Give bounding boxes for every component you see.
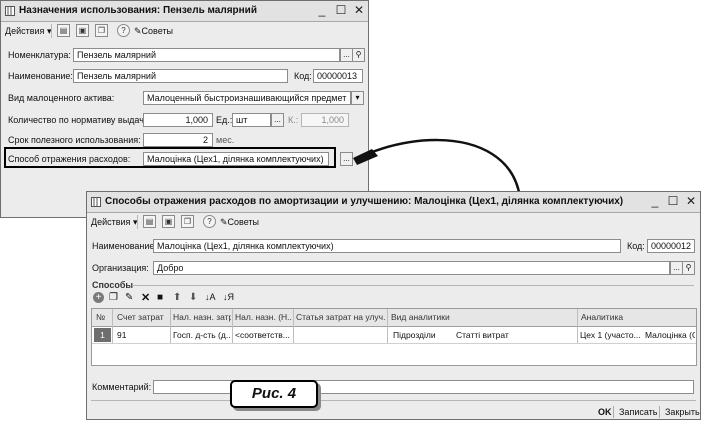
save-button[interactable]: Записать: [619, 407, 657, 417]
tips-icon: ✎: [220, 217, 228, 227]
close-button[interactable]: Закрыть: [665, 407, 700, 417]
table-row[interactable]: 1 91 Госп. д-сть (д... <соответств... Пі…: [92, 327, 696, 344]
minimize-icon[interactable]: _: [648, 194, 662, 208]
end-edit-icon[interactable]: ■: [157, 292, 163, 303]
row-account: 91: [117, 330, 127, 340]
comment-label: Комментарий:: [92, 382, 152, 392]
tips-button[interactable]: ✎Советы: [220, 214, 259, 230]
figure-caption-box: Рис. 4: [230, 380, 318, 408]
move-down-icon[interactable]: ⬇: [189, 292, 197, 303]
row-num: 1: [94, 328, 111, 342]
col-account[interactable]: Счет затрат: [117, 309, 169, 326]
row-cost-item: [296, 327, 386, 343]
col-analytics[interactable]: Аналитика: [581, 309, 691, 326]
col-num[interactable]: №: [96, 309, 110, 326]
copy-row-icon[interactable]: ❐: [109, 292, 118, 303]
row-tax-purpose: Госп. д-сть (д...: [173, 330, 231, 340]
edit-row-icon[interactable]: ✎: [125, 292, 133, 303]
col-cost-item[interactable]: Статья затрат на улуч...: [296, 309, 386, 326]
sort-desc-icon[interactable]: ↓Я: [223, 292, 234, 302]
row-analytics-1: Цех 1 (участо...: [580, 330, 641, 340]
row-analytics-2: Малоцінка (О...: [645, 330, 695, 340]
actions-menu[interactable]: Действия ▾: [91, 214, 137, 230]
close-icon[interactable]: ✕: [684, 194, 698, 208]
methods-grid: № Счет затрат Нал. назн. затр. Нал. назн…: [91, 308, 697, 366]
delete-row-icon[interactable]: ✕: [141, 291, 150, 304]
col-tax-purpose-n[interactable]: Нал. назн. (Н...: [235, 309, 292, 326]
help-icon[interactable]: ?: [203, 215, 216, 228]
copy-icon[interactable]: ❐: [181, 215, 194, 228]
window2-title: Способы отражения расходов по амортизаци…: [105, 196, 624, 207]
org-search-icon[interactable]: ⚲: [682, 261, 695, 275]
figure-caption: Рис. 4: [251, 385, 297, 402]
move-up-icon[interactable]: ⬆: [173, 292, 181, 303]
grid-toolbar: + ❐ ✎ ✕ ■ ⬆ ⬇ ↓A ↓Я: [93, 292, 243, 306]
save-doc-icon[interactable]: ▤: [143, 215, 156, 228]
name-label: Наименование:: [92, 241, 157, 251]
row-analytics-type-1: Підрозділи: [393, 330, 436, 340]
methods-divider: [132, 285, 694, 286]
grid-header: № Счет затрат Нал. назн. затр. Нал. назн…: [92, 309, 696, 327]
code-label: Код:: [627, 241, 645, 251]
maximize-icon[interactable]: ☐: [666, 194, 680, 208]
methods-label: Способы: [92, 280, 134, 290]
code-field[interactable]: 00000012: [647, 239, 695, 253]
window2-titlebar[interactable]: Способы отражения расходов по амортизаци…: [87, 192, 700, 213]
window-expense-methods: Способы отражения расходов по амортизаци…: [86, 191, 701, 420]
row-tax-purpose-n: <соответств...: [235, 330, 290, 340]
name-field[interactable]: Малоцінка (Цех1, ділянка комплектуючих): [153, 239, 621, 253]
org-label: Организация:: [92, 263, 149, 273]
form-icon[interactable]: ▣: [162, 215, 175, 228]
ok-button[interactable]: OK: [598, 407, 612, 417]
window2-toolbar: Действия ▾ ▤ ▣ ❐ ? ✎Советы: [89, 213, 698, 231]
col-tax-purpose[interactable]: Нал. назн. затр.: [173, 309, 231, 326]
row-analytics-type-2: Статті витрат: [456, 330, 509, 340]
col-analytics-type[interactable]: Вид аналитики: [391, 309, 571, 326]
window-icon: [91, 197, 101, 207]
org-field[interactable]: Добро: [153, 261, 670, 275]
footer-divider: [91, 400, 696, 401]
add-row-icon[interactable]: +: [93, 292, 104, 303]
sort-asc-icon[interactable]: ↓A: [205, 292, 216, 302]
